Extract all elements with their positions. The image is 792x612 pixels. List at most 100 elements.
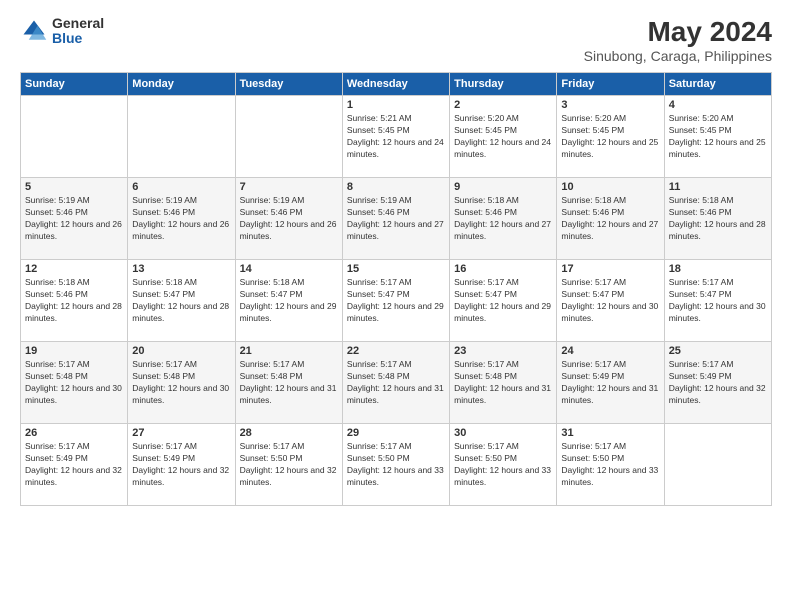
page: General Blue May 2024 Sinubong, Caraga, … bbox=[0, 0, 792, 612]
day-number: 21 bbox=[240, 345, 338, 357]
day-number: 7 bbox=[240, 181, 338, 193]
calendar-cell: 5 Sunrise: 5:19 AMSunset: 5:46 PMDaylight… bbox=[21, 178, 128, 260]
day-info: Sunrise: 5:17 AMSunset: 5:50 PMDaylight:… bbox=[347, 441, 445, 489]
day-number: 31 bbox=[561, 427, 659, 439]
day-number: 27 bbox=[132, 427, 230, 439]
calendar-week-row: 12Sunrise: 5:18 AMSunset: 5:46 PMDayligh… bbox=[21, 260, 772, 342]
day-number: 26 bbox=[25, 427, 123, 439]
calendar-cell: 3 Sunrise: 5:20 AMSunset: 5:45 PMDaylight… bbox=[557, 96, 664, 178]
day-info: Sunrise: 5:17 AMSunset: 5:48 PMDaylight:… bbox=[454, 359, 552, 407]
day-number: 25 bbox=[669, 345, 767, 357]
day-info: Sunrise: 5:20 AMSunset: 5:45 PMDaylight:… bbox=[669, 113, 767, 161]
day-info: Sunrise: 5:17 AMSunset: 5:50 PMDaylight:… bbox=[561, 441, 659, 489]
day-number: 10 bbox=[561, 181, 659, 193]
day-number: 5 bbox=[25, 181, 123, 193]
day-number: 29 bbox=[347, 427, 445, 439]
calendar-cell: 30 Sunrise: 5:17 AMSunset: 5:50 PMDayligh… bbox=[450, 424, 557, 506]
calendar-cell: 18Sunrise: 5:17 AMSunset: 5:47 PMDayligh… bbox=[664, 260, 771, 342]
weekday-header: Monday bbox=[128, 73, 235, 96]
day-number: 6 bbox=[132, 181, 230, 193]
day-number: 20 bbox=[132, 345, 230, 357]
logo-text: General Blue bbox=[52, 16, 104, 47]
day-number: 19 bbox=[25, 345, 123, 357]
calendar-cell: 27Sunrise: 5:17 AMSunset: 5:49 PMDayligh… bbox=[128, 424, 235, 506]
calendar-cell: 14 Sunrise: 5:18 AMSunset: 5:47 PMDayligh… bbox=[235, 260, 342, 342]
day-info: Sunrise: 5:17 AMSunset: 5:50 PMDaylight:… bbox=[454, 441, 552, 489]
day-number: 18 bbox=[669, 263, 767, 275]
day-info: Sunrise: 5:19 AMSunset: 5:46 PMDaylight:… bbox=[347, 195, 445, 243]
day-info: Sunrise: 5:18 AMSunset: 5:46 PMDaylight:… bbox=[669, 195, 767, 243]
day-info: Sunrise: 5:17 AMSunset: 5:48 PMDaylight:… bbox=[132, 359, 230, 407]
calendar-cell bbox=[128, 96, 235, 178]
day-info: Sunrise: 5:17 AMSunset: 5:48 PMDaylight:… bbox=[240, 359, 338, 407]
calendar-cell: 12Sunrise: 5:18 AMSunset: 5:46 PMDayligh… bbox=[21, 260, 128, 342]
day-number: 1 bbox=[347, 99, 445, 111]
calendar-cell: 13 Sunrise: 5:18 AMSunset: 5:47 PMDayligh… bbox=[128, 260, 235, 342]
weekday-header: Tuesday bbox=[235, 73, 342, 96]
day-info: Sunrise: 5:20 AMSunset: 5:45 PMDaylight:… bbox=[561, 113, 659, 161]
title-block: May 2024 Sinubong, Caraga, Philippines bbox=[584, 16, 772, 64]
calendar-cell: 20 Sunrise: 5:17 AMSunset: 5:48 PMDayligh… bbox=[128, 342, 235, 424]
calendar-cell: 11 Sunrise: 5:18 AMSunset: 5:46 PMDayligh… bbox=[664, 178, 771, 260]
calendar-cell: 9Sunrise: 5:18 AMSunset: 5:46 PMDaylight… bbox=[450, 178, 557, 260]
header: General Blue May 2024 Sinubong, Caraga, … bbox=[20, 16, 772, 64]
day-number: 14 bbox=[240, 263, 338, 275]
calendar-cell: 17Sunrise: 5:17 AMSunset: 5:47 PMDayligh… bbox=[557, 260, 664, 342]
calendar-cell: 15Sunrise: 5:17 AMSunset: 5:47 PMDayligh… bbox=[342, 260, 449, 342]
day-number: 4 bbox=[669, 99, 767, 111]
weekday-header: Saturday bbox=[664, 73, 771, 96]
day-info: Sunrise: 5:17 AMSunset: 5:48 PMDaylight:… bbox=[347, 359, 445, 407]
calendar-cell: 6Sunrise: 5:19 AMSunset: 5:46 PMDaylight… bbox=[128, 178, 235, 260]
calendar-week-row: 19 Sunrise: 5:17 AMSunset: 5:48 PMDayligh… bbox=[21, 342, 772, 424]
day-number: 22 bbox=[347, 345, 445, 357]
calendar-week-row: 5 Sunrise: 5:19 AMSunset: 5:46 PMDaylight… bbox=[21, 178, 772, 260]
day-number: 3 bbox=[561, 99, 659, 111]
day-info: Sunrise: 5:17 AMSunset: 5:50 PMDaylight:… bbox=[240, 441, 338, 489]
day-info: Sunrise: 5:18 AMSunset: 5:47 PMDaylight:… bbox=[132, 277, 230, 325]
calendar-cell: 8Sunrise: 5:19 AMSunset: 5:46 PMDaylight… bbox=[342, 178, 449, 260]
weekday-header: Sunday bbox=[21, 73, 128, 96]
logo-icon bbox=[20, 17, 48, 45]
calendar-cell: 22 Sunrise: 5:17 AMSunset: 5:48 PMDayligh… bbox=[342, 342, 449, 424]
day-info: Sunrise: 5:19 AMSunset: 5:46 PMDaylight:… bbox=[240, 195, 338, 243]
calendar-cell: 28 Sunrise: 5:17 AMSunset: 5:50 PMDayligh… bbox=[235, 424, 342, 506]
day-info: Sunrise: 5:17 AMSunset: 5:47 PMDaylight:… bbox=[561, 277, 659, 325]
calendar-cell bbox=[664, 424, 771, 506]
calendar-cell bbox=[21, 96, 128, 178]
logo-general-text: General bbox=[52, 16, 104, 31]
day-info: Sunrise: 5:18 AMSunset: 5:46 PMDaylight:… bbox=[454, 195, 552, 243]
calendar-cell: 29 Sunrise: 5:17 AMSunset: 5:50 PMDayligh… bbox=[342, 424, 449, 506]
day-number: 12 bbox=[25, 263, 123, 275]
main-title: May 2024 bbox=[584, 16, 772, 48]
weekday-header: Thursday bbox=[450, 73, 557, 96]
day-number: 23 bbox=[454, 345, 552, 357]
logo-blue-text: Blue bbox=[52, 31, 104, 46]
day-info: Sunrise: 5:17 AMSunset: 5:49 PMDaylight:… bbox=[25, 441, 123, 489]
calendar-cell: 23 Sunrise: 5:17 AMSunset: 5:48 PMDayligh… bbox=[450, 342, 557, 424]
day-info: Sunrise: 5:18 AMSunset: 5:47 PMDaylight:… bbox=[240, 277, 338, 325]
calendar-week-row: 26 Sunrise: 5:17 AMSunset: 5:49 PMDayligh… bbox=[21, 424, 772, 506]
day-info: Sunrise: 5:19 AMSunset: 5:46 PMDaylight:… bbox=[25, 195, 123, 243]
calendar-cell: 10Sunrise: 5:18 AMSunset: 5:46 PMDayligh… bbox=[557, 178, 664, 260]
day-number: 28 bbox=[240, 427, 338, 439]
calendar-cell: 7 Sunrise: 5:19 AMSunset: 5:46 PMDaylight… bbox=[235, 178, 342, 260]
weekday-header-row: SundayMondayTuesdayWednesdayThursdayFrid… bbox=[21, 73, 772, 96]
day-info: Sunrise: 5:17 AMSunset: 5:47 PMDaylight:… bbox=[454, 277, 552, 325]
day-number: 11 bbox=[669, 181, 767, 193]
calendar-cell: 21 Sunrise: 5:17 AMSunset: 5:48 PMDayligh… bbox=[235, 342, 342, 424]
calendar-cell: 19 Sunrise: 5:17 AMSunset: 5:48 PMDayligh… bbox=[21, 342, 128, 424]
calendar-cell: 1Sunrise: 5:21 AMSunset: 5:45 PMDaylight… bbox=[342, 96, 449, 178]
weekday-header: Friday bbox=[557, 73, 664, 96]
day-info: Sunrise: 5:17 AMSunset: 5:48 PMDaylight:… bbox=[25, 359, 123, 407]
day-number: 30 bbox=[454, 427, 552, 439]
day-number: 13 bbox=[132, 263, 230, 275]
calendar-cell: 16Sunrise: 5:17 AMSunset: 5:47 PMDayligh… bbox=[450, 260, 557, 342]
calendar-cell: 4 Sunrise: 5:20 AMSunset: 5:45 PMDaylight… bbox=[664, 96, 771, 178]
day-number: 2 bbox=[454, 99, 552, 111]
day-info: Sunrise: 5:17 AMSunset: 5:49 PMDaylight:… bbox=[669, 359, 767, 407]
calendar-cell: 26 Sunrise: 5:17 AMSunset: 5:49 PMDayligh… bbox=[21, 424, 128, 506]
calendar: SundayMondayTuesdayWednesdayThursdayFrid… bbox=[20, 72, 772, 506]
calendar-week-row: 1Sunrise: 5:21 AMSunset: 5:45 PMDaylight… bbox=[21, 96, 772, 178]
day-number: 24 bbox=[561, 345, 659, 357]
day-info: Sunrise: 5:17 AMSunset: 5:49 PMDaylight:… bbox=[561, 359, 659, 407]
